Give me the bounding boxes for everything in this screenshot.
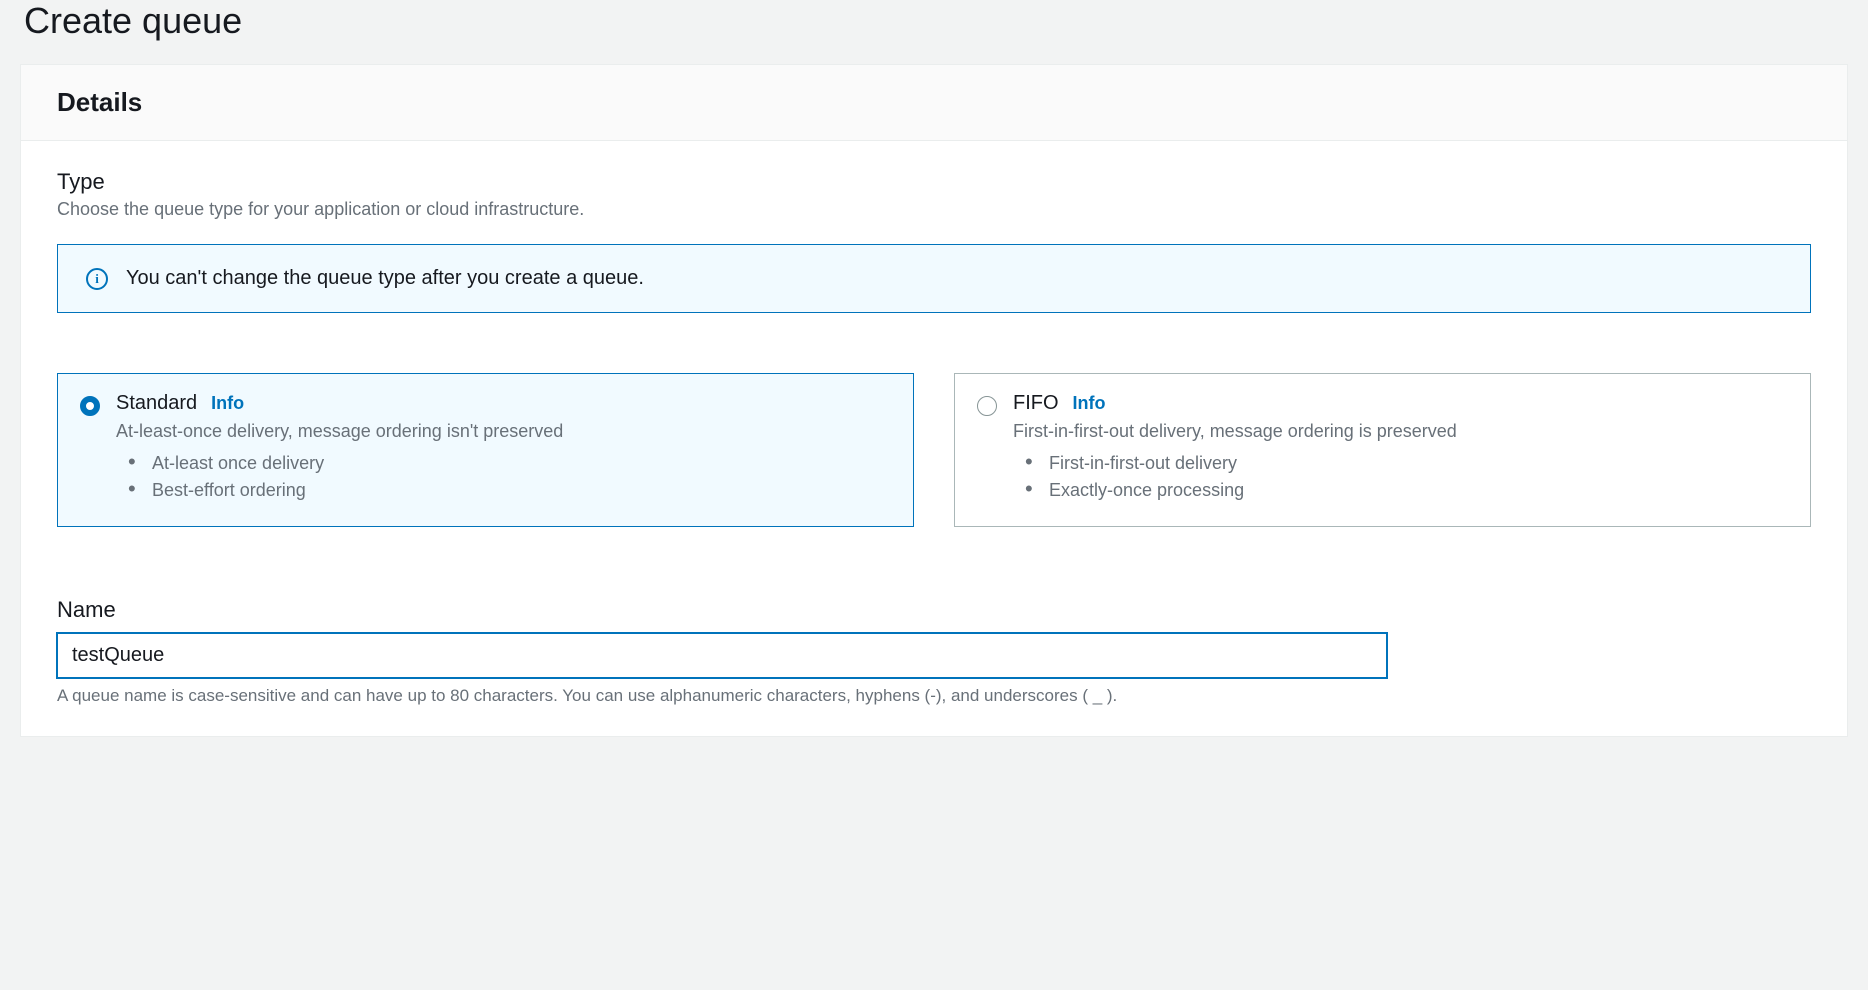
queue-type-tiles: Standard Info At-least-once delivery, me… bbox=[57, 373, 1811, 527]
tile-bullet-list: First-in-first-out delivery Exactly-once… bbox=[1013, 450, 1788, 504]
tile-description: First-in-first-out delivery, message ord… bbox=[1013, 421, 1788, 442]
type-info-banner: i You can't change the queue type after … bbox=[57, 244, 1811, 313]
details-panel-body: Type Choose the queue type for your appl… bbox=[21, 141, 1847, 736]
tile-bullet: At-least once delivery bbox=[128, 450, 891, 477]
tile-title-row: FIFO Info bbox=[1013, 392, 1788, 415]
tile-bullet: Exactly-once processing bbox=[1025, 477, 1788, 504]
info-banner-text: You can't change the queue type after yo… bbox=[126, 267, 644, 290]
type-label: Type bbox=[57, 169, 1811, 195]
tile-content: FIFO Info First-in-first-out delivery, m… bbox=[1013, 392, 1788, 504]
tile-bullet: First-in-first-out delivery bbox=[1025, 450, 1788, 477]
details-heading: Details bbox=[57, 87, 1811, 118]
tile-bullet-list: At-least once delivery Best-effort order… bbox=[116, 450, 891, 504]
info-link-standard[interactable]: Info bbox=[211, 393, 244, 414]
queue-type-tile-standard[interactable]: Standard Info At-least-once delivery, me… bbox=[57, 373, 914, 527]
tile-bullet: Best-effort ordering bbox=[128, 477, 891, 504]
queue-type-tile-fifo[interactable]: FIFO Info First-in-first-out delivery, m… bbox=[954, 373, 1811, 527]
name-label: Name bbox=[57, 597, 1811, 623]
page-title: Create queue bbox=[24, 0, 1844, 42]
type-description: Choose the queue type for your applicati… bbox=[57, 199, 1811, 220]
tile-title: Standard bbox=[116, 392, 197, 415]
tile-title: FIFO bbox=[1013, 392, 1059, 415]
info-link-fifo[interactable]: Info bbox=[1073, 393, 1106, 414]
info-icon: i bbox=[86, 268, 108, 290]
details-panel-header: Details bbox=[21, 65, 1847, 141]
name-help-text: A queue name is case-sensitive and can h… bbox=[57, 686, 1811, 706]
tile-description: At-least-once delivery, message ordering… bbox=[116, 421, 891, 442]
page-header: Create queue bbox=[0, 0, 1868, 64]
tile-content: Standard Info At-least-once delivery, me… bbox=[116, 392, 891, 504]
tile-title-row: Standard Info bbox=[116, 392, 891, 415]
queue-name-input[interactable] bbox=[57, 633, 1387, 678]
radio-standard[interactable] bbox=[80, 396, 100, 416]
details-panel: Details Type Choose the queue type for y… bbox=[20, 64, 1848, 737]
radio-fifo[interactable] bbox=[977, 396, 997, 416]
